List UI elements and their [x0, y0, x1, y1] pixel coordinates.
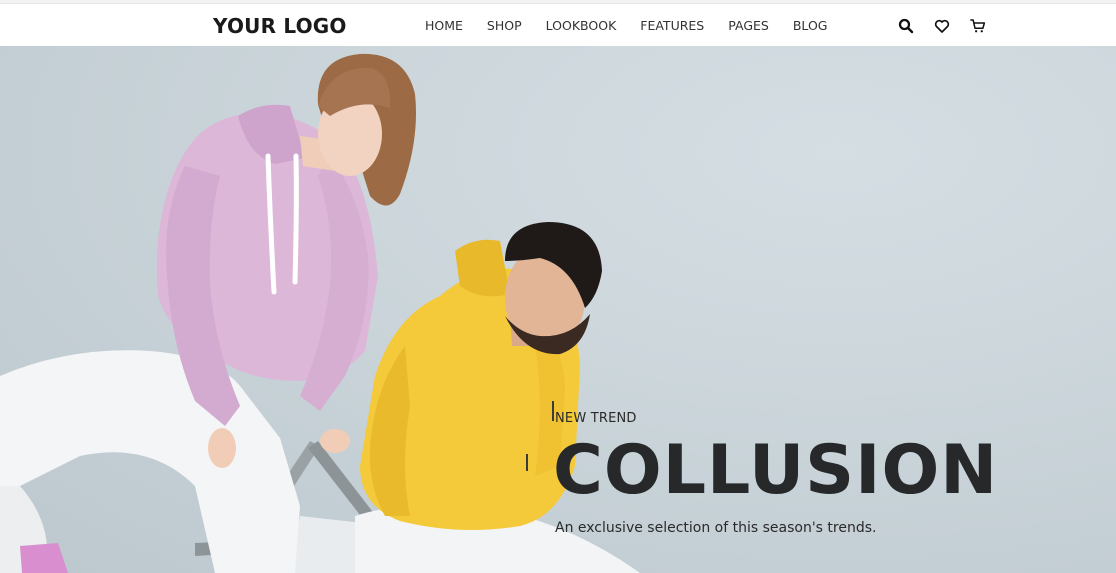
heart-icon[interactable]: [933, 17, 951, 35]
nav-lookbook[interactable]: LOOKBOOK: [546, 18, 617, 34]
header-icons: [897, 17, 987, 35]
main-nav: HOME SHOP LOOKBOOK FEATURES PAGES BLOG: [425, 18, 851, 34]
search-icon[interactable]: [897, 17, 915, 35]
nav-features[interactable]: FEATURES: [640, 18, 704, 34]
site-logo[interactable]: YOUR LOGO: [213, 13, 347, 39]
hero-subtitle: An exclusive selection of this season's …: [555, 520, 877, 536]
nav-shop[interactable]: SHOP: [487, 18, 522, 34]
cart-icon[interactable]: [969, 17, 987, 35]
hero-eyebrow: NEW TREND: [555, 411, 637, 426]
nav-pages[interactable]: PAGES: [728, 18, 769, 34]
nav-blog[interactable]: BLOG: [793, 18, 828, 34]
site-header: YOUR LOGO HOME SHOP LOOKBOOK FEATURES PA…: [0, 4, 1116, 46]
nav-home[interactable]: HOME: [425, 18, 463, 34]
hero-title: COLLUSION: [553, 431, 999, 510]
hero-banner: NEW TREND COLLUSION An exclusive selecti…: [0, 46, 1116, 573]
